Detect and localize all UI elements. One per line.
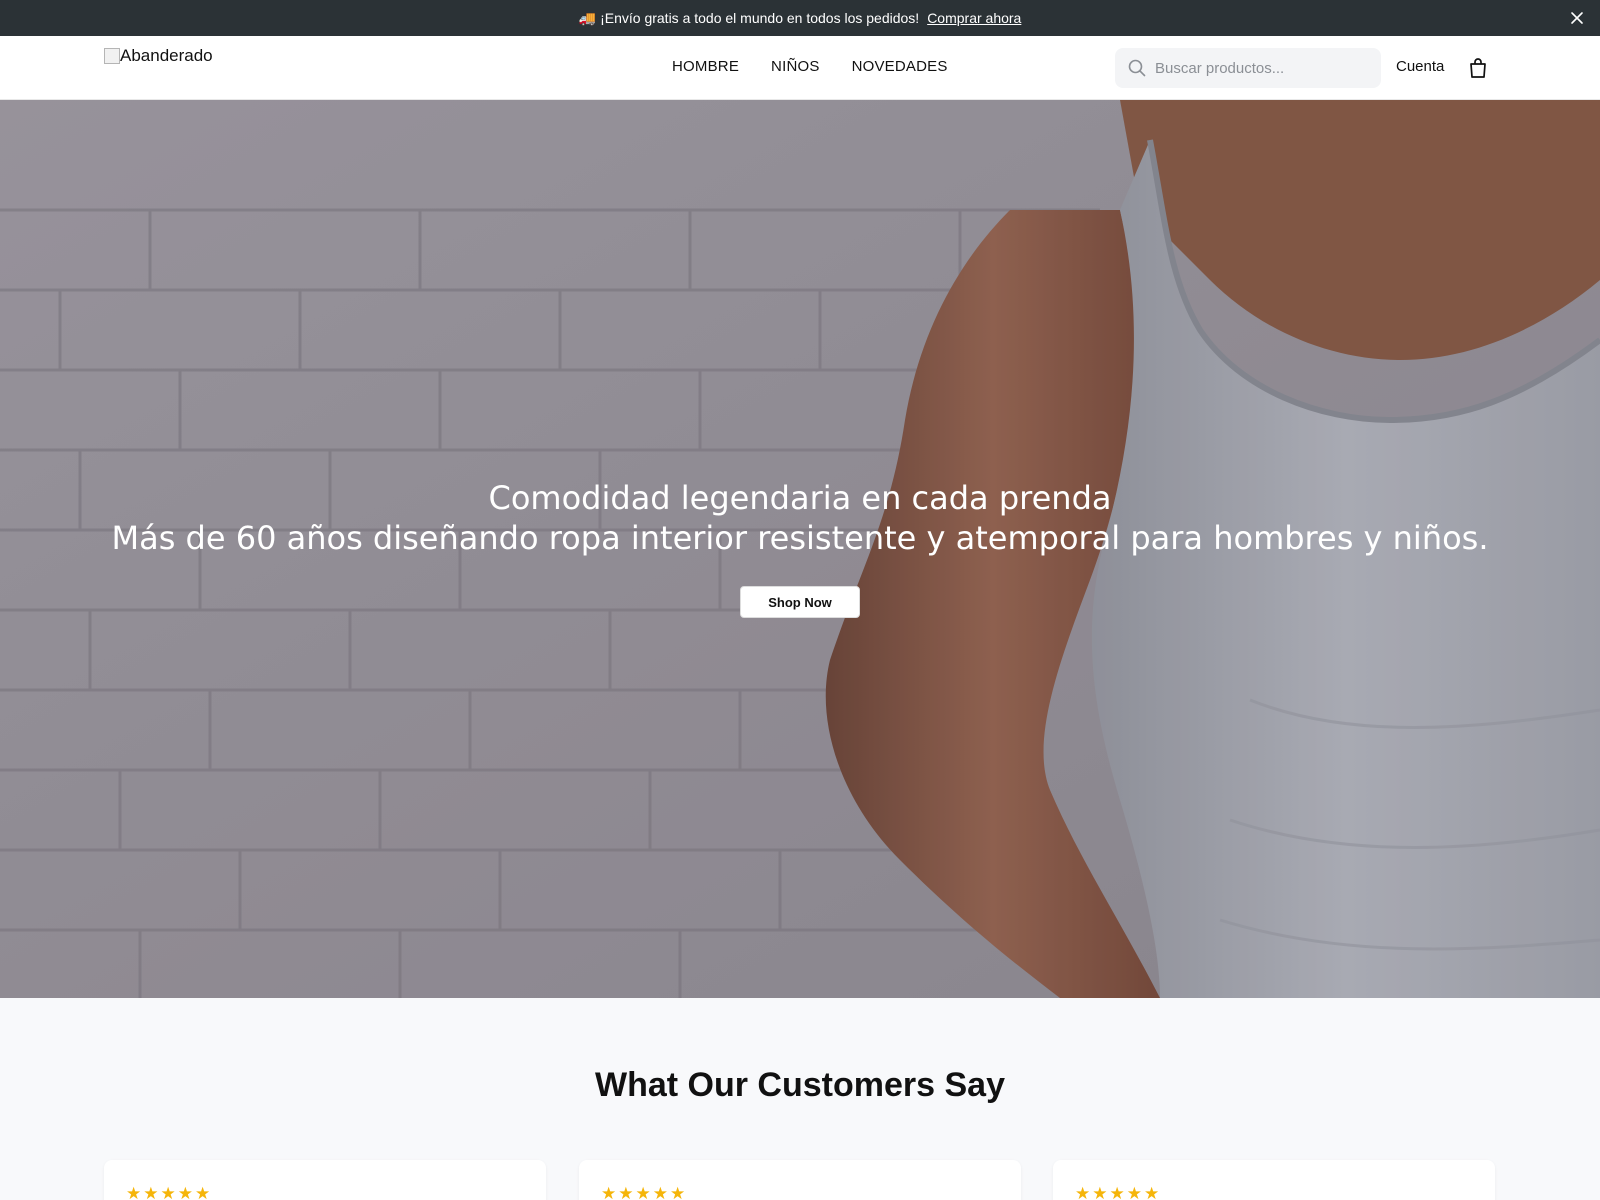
shop-now-button[interactable]: Shop Now: [740, 586, 860, 618]
search-icon: [1128, 59, 1146, 77]
logo-alt-text: Abanderado: [120, 46, 213, 65]
broken-image-icon: [104, 48, 120, 64]
shop-now-link[interactable]: Comprar ahora: [927, 10, 1021, 26]
shopping-bag-icon[interactable]: [1468, 57, 1488, 79]
account-link[interactable]: Cuenta: [1396, 58, 1444, 75]
nav-item-ninos[interactable]: NIÑOS: [771, 58, 820, 75]
announcement-bar: 🚚 ¡Envío gratis a todo el mundo en todos…: [0, 0, 1600, 36]
rating-stars: ★★★★★: [126, 1184, 213, 1200]
search-input[interactable]: [1155, 59, 1355, 77]
hero-text: Comodidad legendaria en cada prenda Más …: [0, 478, 1600, 558]
hero-title: Comodidad legendaria en cada prenda: [488, 479, 1112, 517]
announcement-text: ¡Envío gratis a todo el mundo en todos l…: [600, 10, 920, 26]
rating-stars: ★★★★★: [601, 1184, 688, 1200]
truck-icon: 🚚: [578, 9, 597, 26]
testimonial-card: ★★★★★: [579, 1160, 1021, 1200]
testimonials-heading: What Our Customers Say: [595, 1066, 1005, 1104]
testimonial-card: ★★★★★: [1053, 1160, 1495, 1200]
testimonial-card: ★★★★★: [104, 1160, 546, 1200]
nav-item-novedades[interactable]: NOVEDADES: [852, 58, 948, 75]
hero-subtitle: Más de 60 años diseñando ropa interior r…: [111, 519, 1489, 557]
hero-banner: Comodidad legendaria en cada prenda Más …: [0, 100, 1600, 998]
search-box[interactable]: [1115, 48, 1381, 88]
logo[interactable]: Abanderado: [104, 46, 213, 66]
site-header: Abanderado HOMBRE NIÑOS NOVEDADES Cuenta: [0, 36, 1600, 100]
close-icon[interactable]: [1568, 9, 1586, 27]
main-nav: HOMBRE NIÑOS NOVEDADES: [672, 58, 948, 75]
rating-stars: ★★★★★: [1075, 1184, 1162, 1200]
nav-item-hombre[interactable]: HOMBRE: [672, 58, 739, 75]
